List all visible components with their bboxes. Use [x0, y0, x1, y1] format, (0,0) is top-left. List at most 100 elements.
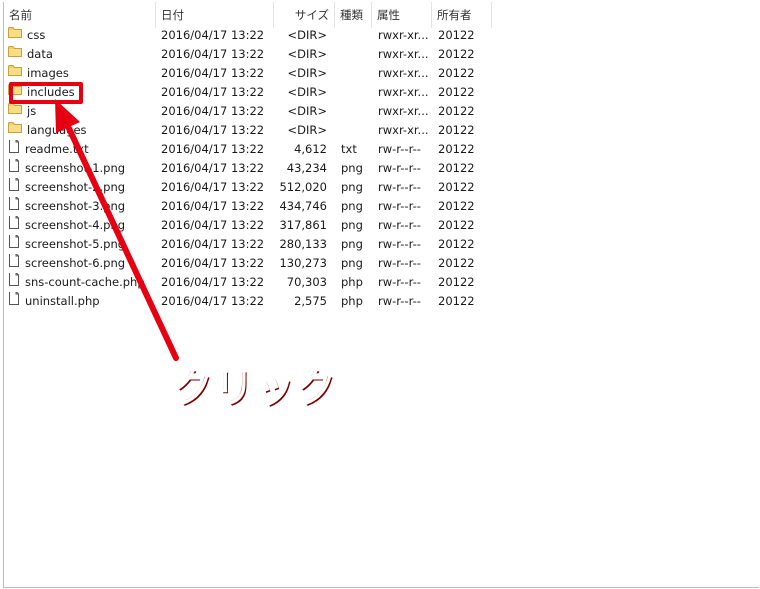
folder-icon — [8, 64, 22, 82]
file-date: 2016/04/17 13:22 — [161, 256, 265, 270]
file-row-data[interactable]: data 2016/04/17 13:22 <DIR> rwxr-xr... 20122 — [4, 45, 492, 64]
file-size: 317,861 — [279, 218, 327, 232]
file-name: data — [27, 47, 53, 61]
click-annotation-label: クリック — [171, 364, 336, 412]
file-name-cell: screenshot-2.png — [8, 178, 154, 197]
file-icon — [8, 197, 20, 216]
file-row-css[interactable]: css 2016/04/17 13:22 <DIR> rwxr-xr... 20122 — [4, 26, 492, 45]
file-size: <DIR> — [287, 28, 327, 42]
file-type: png — [341, 180, 363, 194]
column-header-attr[interactable]: 属性 — [372, 2, 432, 28]
file-owner: 20122 — [438, 180, 475, 194]
file-name: screenshot-2.png — [25, 180, 126, 194]
file-attr: rw-r--r-- — [378, 142, 421, 156]
file-row-sns-count-cache-php[interactable]: sns-count-cache.php 2016/04/17 13:22 70,30… — [4, 273, 492, 292]
file-name: screenshot-5.png — [25, 237, 126, 251]
file-date: 2016/04/17 13:22 — [161, 275, 265, 289]
file-date: 2016/04/17 13:22 — [161, 161, 265, 175]
file-name-cell: css — [8, 26, 154, 45]
file-date: 2016/04/17 13:22 — [161, 294, 265, 308]
file-name: screenshot-6.png — [25, 256, 126, 270]
file-owner: 20122 — [438, 218, 475, 232]
file-row-uninstall-php[interactable]: uninstall.php 2016/04/17 13:22 2,575 php rw-… — [4, 292, 492, 311]
file-size: 434,746 — [279, 199, 327, 213]
file-name-cell: sns-count-cache.php — [8, 273, 154, 292]
file-date: 2016/04/17 13:22 — [161, 66, 265, 80]
file-name: readme.txt — [25, 142, 89, 156]
folder-icon — [8, 45, 22, 63]
file-size: 70,303 — [286, 275, 327, 289]
file-row-readme-txt[interactable]: readme.txt 2016/04/17 13:22 4,612 txt rw-r--… — [4, 140, 492, 159]
file-type — [341, 83, 375, 102]
file-name: js — [27, 104, 37, 118]
file-row-languages[interactable]: languages 2016/04/17 13:22 <DIR> rwxr-xr...… — [4, 121, 492, 140]
file-owner: 20122 — [438, 123, 475, 137]
file-size: 43,234 — [286, 161, 327, 175]
file-date: 2016/04/17 13:22 — [161, 28, 265, 42]
file-attr: rw-r--r-- — [378, 218, 421, 232]
file-type: png — [341, 237, 363, 251]
column-header-owner[interactable]: 所有者 — [432, 2, 492, 28]
file-date: 2016/04/17 13:22 — [161, 104, 265, 118]
file-name-cell: images — [8, 64, 154, 83]
file-size: 280,133 — [279, 237, 327, 251]
file-attr: rw-r--r-- — [378, 199, 421, 213]
file-attr: rwxr-xr... — [378, 28, 429, 42]
file-size: 130,273 — [279, 256, 327, 270]
file-row-js[interactable]: js 2016/04/17 13:22 <DIR> rwxr-xr... 20122 — [4, 102, 492, 121]
file-type — [341, 45, 375, 64]
file-name: languages — [27, 123, 87, 137]
file-size: <DIR> — [287, 104, 327, 118]
file-type: txt — [341, 142, 357, 156]
file-icon — [8, 140, 20, 159]
file-row-screenshot-3-png[interactable]: screenshot-3.png 2016/04/17 13:22 434,746 p… — [4, 197, 492, 216]
file-owner: 20122 — [438, 66, 475, 80]
file-icon — [8, 254, 20, 273]
file-row-screenshot-2-png[interactable]: screenshot-2.png 2016/04/17 13:22 512,020 p… — [4, 178, 492, 197]
file-row-screenshot-1-png[interactable]: screenshot-1.png 2016/04/17 13:22 43,234 pn… — [4, 159, 492, 178]
file-name-cell: languages — [8, 121, 154, 140]
file-date: 2016/04/17 13:22 — [161, 47, 265, 61]
file-date: 2016/04/17 13:22 — [161, 142, 265, 156]
file-size: <DIR> — [287, 66, 327, 80]
file-attr: rw-r--r-- — [378, 256, 421, 270]
folder-icon — [8, 121, 22, 139]
file-owner: 20122 — [438, 142, 475, 156]
file-date: 2016/04/17 13:22 — [161, 85, 265, 99]
file-type: php — [341, 275, 363, 289]
file-date: 2016/04/17 13:22 — [161, 180, 265, 194]
folder-icon — [8, 26, 22, 44]
file-attr: rwxr-xr... — [378, 104, 429, 118]
file-owner: 20122 — [438, 161, 475, 175]
file-name-cell: screenshot-4.png — [8, 216, 154, 235]
file-name: screenshot-1.png — [25, 161, 126, 175]
file-attr: rw-r--r-- — [378, 180, 421, 194]
file-type — [341, 64, 375, 83]
file-attr: rwxr-xr... — [378, 123, 429, 137]
file-name: uninstall.php — [25, 294, 100, 308]
file-row-screenshot-4-png[interactable]: screenshot-4.png 2016/04/17 13:22 317,861 p… — [4, 216, 492, 235]
file-type — [341, 121, 375, 140]
file-name: sns-count-cache.php — [25, 275, 145, 289]
file-icon — [8, 159, 20, 178]
file-row-screenshot-6-png[interactable]: screenshot-6.png 2016/04/17 13:22 130,273 p… — [4, 254, 492, 273]
file-row-screenshot-5-png[interactable]: screenshot-5.png 2016/04/17 13:22 280,133 p… — [4, 235, 492, 254]
file-owner: 20122 — [438, 256, 475, 270]
column-header-size[interactable]: サイズ — [274, 2, 335, 28]
file-icon — [8, 292, 20, 311]
file-name-cell: screenshot-5.png — [8, 235, 154, 254]
file-name-cell: uninstall.php — [8, 292, 154, 311]
file-size: <DIR> — [287, 123, 327, 137]
column-header-name[interactable]: 名前 — [4, 2, 156, 28]
file-row-images[interactable]: images 2016/04/17 13:22 <DIR> rwxr-xr... 201… — [4, 64, 492, 83]
file-type: png — [341, 256, 363, 270]
file-size: 4,612 — [294, 142, 327, 156]
file-owner: 20122 — [438, 28, 475, 42]
file-name: images — [27, 66, 69, 80]
column-header-type[interactable]: 種類 — [335, 2, 372, 28]
file-attr: rwxr-xr... — [378, 47, 429, 61]
file-name: screenshot-4.png — [25, 218, 126, 232]
file-icon — [8, 273, 20, 292]
file-owner: 20122 — [438, 47, 475, 61]
column-header-date[interactable]: 日付 — [156, 2, 274, 28]
